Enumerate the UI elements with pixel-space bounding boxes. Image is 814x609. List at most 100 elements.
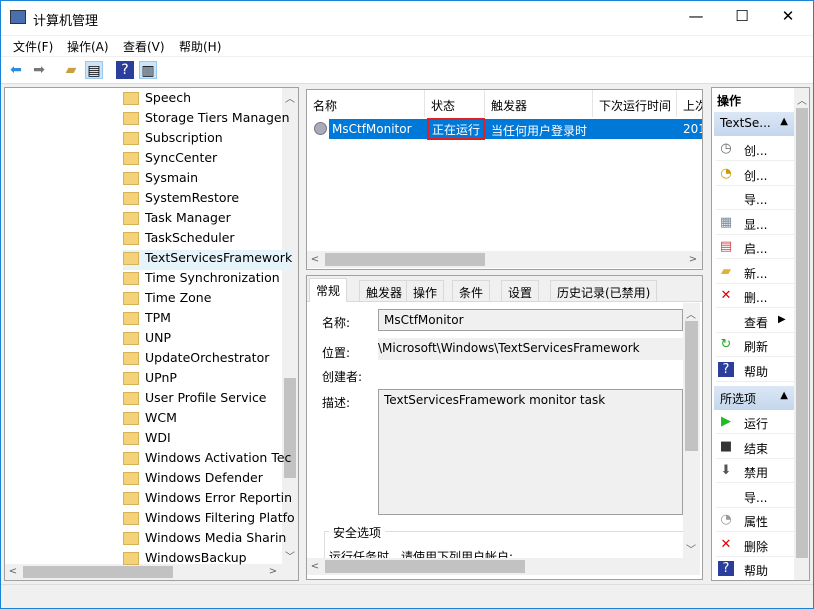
tree-item[interactable]: Storage Tiers Managen: [123, 110, 290, 130]
action-label: 禁用: [744, 464, 768, 481]
tree-item[interactable]: TPM: [123, 310, 171, 330]
tree-item[interactable]: User Profile Service: [123, 390, 267, 410]
scroll-up-icon[interactable]: ︿: [282, 90, 298, 105]
tree-item[interactable]: SyncCenter: [123, 150, 217, 170]
tree-item-label: WDI: [145, 430, 171, 445]
menu-view[interactable]: 查看(V): [123, 38, 165, 55]
tree-item[interactable]: TaskScheduler: [123, 230, 235, 250]
menu-action[interactable]: 操作(A): [67, 38, 109, 55]
action-item[interactable]: ■结束: [716, 435, 794, 459]
action-item[interactable]: ▶运行: [716, 410, 794, 434]
show-hide-action-pane-icon[interactable]: ▥: [139, 61, 157, 79]
actions-vertical-scrollbar[interactable]: ︿: [794, 88, 810, 580]
action-item[interactable]: ?帮助: [716, 358, 794, 382]
detail-vertical-scrollbar[interactable]: ︿ ﹀: [683, 303, 700, 558]
scroll-left-icon[interactable]: <: [307, 254, 323, 265]
tree-item[interactable]: UpdateOrchestrator: [123, 350, 269, 370]
column-last-run[interactable]: 上次: [677, 90, 703, 117]
title-bar: 计算机管理 — ☐ ✕: [1, 1, 813, 35]
action-item[interactable]: ↻刷新: [716, 333, 794, 357]
back-icon[interactable]: ⬅: [7, 61, 25, 79]
tree-item[interactable]: UNP: [123, 330, 171, 350]
action-item[interactable]: ✕删...: [716, 284, 794, 308]
scroll-right-icon[interactable]: >: [685, 254, 701, 265]
tree-item[interactable]: Task Manager: [123, 210, 231, 230]
tab-history[interactable]: 历史记录(已禁用): [550, 280, 657, 302]
name-field[interactable]: MsCtfMonitor: [378, 309, 683, 331]
delete-icon: ✕: [718, 537, 734, 552]
scroll-right-icon[interactable]: >: [265, 566, 281, 577]
menu-help[interactable]: 帮助(H): [179, 38, 221, 55]
action-item[interactable]: 导...: [716, 484, 794, 508]
tab-settings[interactable]: 设置: [501, 280, 539, 302]
action-item[interactable]: ⬇禁用: [716, 459, 794, 483]
scroll-up-icon[interactable]: ︿: [683, 306, 699, 321]
folder-icon: [123, 492, 139, 505]
list-horizontal-scrollbar[interactable]: < >: [307, 251, 702, 268]
column-trigger[interactable]: 触发器: [485, 90, 593, 117]
tree-item[interactable]: Time Zone: [123, 290, 211, 310]
tab-general[interactable]: 常规: [309, 278, 347, 302]
tab-actions[interactable]: 操作: [406, 280, 444, 302]
folder-icon: [123, 272, 139, 285]
action-item[interactable]: ✕删除: [716, 533, 794, 557]
column-name[interactable]: 名称: [307, 90, 425, 117]
scroll-left-icon[interactable]: <: [307, 561, 323, 572]
tree-item-label: TextServicesFramework: [145, 250, 292, 265]
menu-file[interactable]: 文件(F): [13, 38, 53, 55]
collapse-icon[interactable]: ▲: [780, 116, 788, 127]
table-row[interactable]: MsCtfMonitor 正在运行 当任何用户登录时 201: [329, 119, 703, 139]
action-item[interactable]: 查看▶: [716, 309, 794, 333]
tree-item[interactable]: WindowsBackup: [123, 550, 247, 570]
section-textservicesframework[interactable]: TextSe...▲: [714, 112, 794, 136]
tree-item[interactable]: SystemRestore: [123, 190, 239, 210]
tree-item-label: Task Manager: [145, 210, 231, 225]
tree-item[interactable]: Windows Filtering Platfo: [123, 510, 295, 530]
detail-horizontal-scrollbar[interactable]: <: [307, 558, 700, 575]
action-item[interactable]: ?帮助: [716, 557, 794, 581]
minimize-button[interactable]: —: [681, 7, 711, 29]
scroll-thumb[interactable]: [796, 108, 808, 558]
scroll-up-icon[interactable]: ︿: [794, 92, 810, 107]
tree-item[interactable]: WDI: [123, 430, 171, 450]
show-hide-tree-icon[interactable]: ▤: [85, 61, 103, 79]
action-item[interactable]: ◔创...: [716, 162, 794, 186]
tree-item[interactable]: UPnP: [123, 370, 177, 390]
tab-conditions[interactable]: 条件: [452, 280, 490, 302]
tree-item[interactable]: TextServicesFramework: [123, 250, 292, 270]
forward-icon[interactable]: ➡: [30, 61, 48, 79]
tree-item[interactable]: Windows Defender: [123, 470, 263, 490]
toolbar: ⬅ ➡ ▰ ▤ ? ▥: [1, 57, 813, 84]
tree-item[interactable]: Sysmain: [123, 170, 198, 190]
up-folder-icon[interactable]: ▰: [62, 61, 80, 79]
action-item[interactable]: 导...: [716, 186, 794, 210]
tree-item[interactable]: Windows Activation Tec: [123, 450, 291, 470]
tree-item[interactable]: Speech: [123, 90, 191, 110]
tree-item[interactable]: Windows Error Reportin: [123, 490, 292, 510]
tree-item[interactable]: Subscription: [123, 130, 223, 150]
action-item[interactable]: ▤启...: [716, 235, 794, 259]
tree-item[interactable]: WCM: [123, 410, 177, 430]
action-item[interactable]: ◷创...: [716, 137, 794, 161]
scroll-thumb[interactable]: [325, 560, 525, 573]
column-next-run[interactable]: 下次运行时间: [593, 90, 677, 117]
section-selected-item[interactable]: 所选项▲: [714, 386, 794, 410]
scroll-down-icon[interactable]: ﹀: [282, 548, 298, 563]
tree-item[interactable]: Time Synchronization: [123, 270, 280, 290]
action-item[interactable]: ▰新...: [716, 260, 794, 284]
scroll-left-icon[interactable]: <: [5, 566, 21, 577]
description-field[interactable]: TextServicesFramework monitor task: [378, 389, 683, 515]
close-button[interactable]: ✕: [773, 7, 803, 29]
scroll-down-icon[interactable]: ﹀: [683, 541, 699, 556]
help-icon[interactable]: ?: [116, 61, 134, 79]
scroll-thumb[interactable]: [685, 321, 698, 451]
scroll-thumb[interactable]: [325, 253, 485, 266]
action-label: 显...: [744, 216, 767, 233]
action-item[interactable]: ▦显...: [716, 211, 794, 235]
tree-item[interactable]: Windows Media Sharin: [123, 530, 286, 550]
column-status[interactable]: 状态: [425, 90, 485, 117]
action-item[interactable]: ◔属性: [716, 508, 794, 532]
collapse-icon[interactable]: ▲: [780, 390, 788, 401]
maximize-button[interactable]: ☐: [727, 7, 757, 29]
tab-triggers[interactable]: 触发器: [359, 280, 409, 302]
